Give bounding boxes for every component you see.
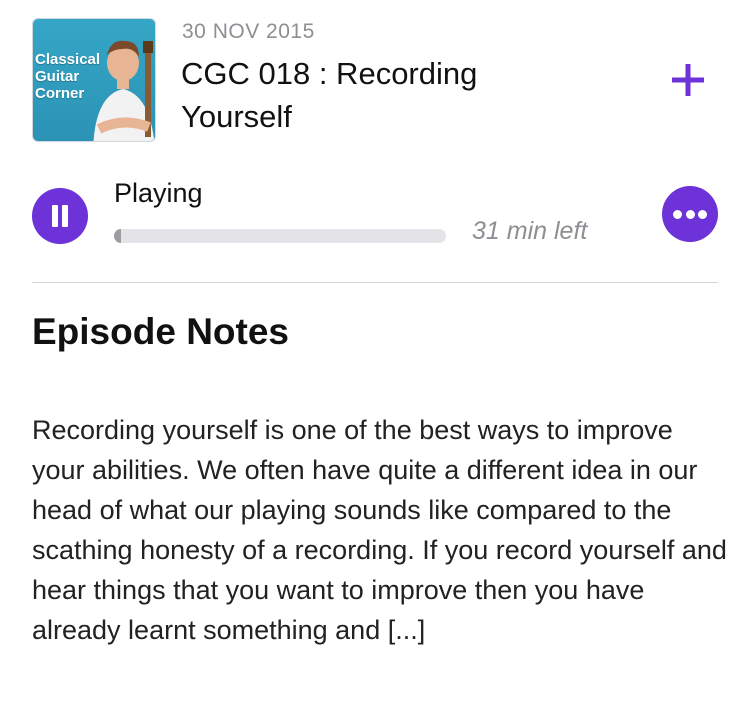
time-remaining: 31 min left: [472, 217, 588, 245]
more-options-button[interactable]: [662, 186, 718, 242]
playback-progress-bar[interactable]: [114, 229, 446, 243]
guitarist-photo: [93, 40, 155, 141]
episode-notes-body: Recording yourself is one of the best wa…: [32, 415, 727, 645]
podcast-artwork: Classical Guitar Corner: [32, 18, 156, 142]
playback-status: Playing: [114, 178, 203, 208]
add-button[interactable]: [668, 60, 708, 100]
podcast-episode-page: Classical Guitar Corner 30 NOV 2015 CGC …: [0, 0, 750, 701]
episode-title: CGC 018 : Recording Yourself: [181, 56, 478, 134]
plus-icon: [672, 64, 704, 96]
divider: [32, 282, 718, 283]
pause-button[interactable]: [32, 188, 88, 244]
episode-date: 30 NOV 2015: [182, 20, 315, 43]
playback-progress-fill: [114, 229, 121, 243]
episode-notes-heading: Episode Notes: [32, 311, 289, 352]
